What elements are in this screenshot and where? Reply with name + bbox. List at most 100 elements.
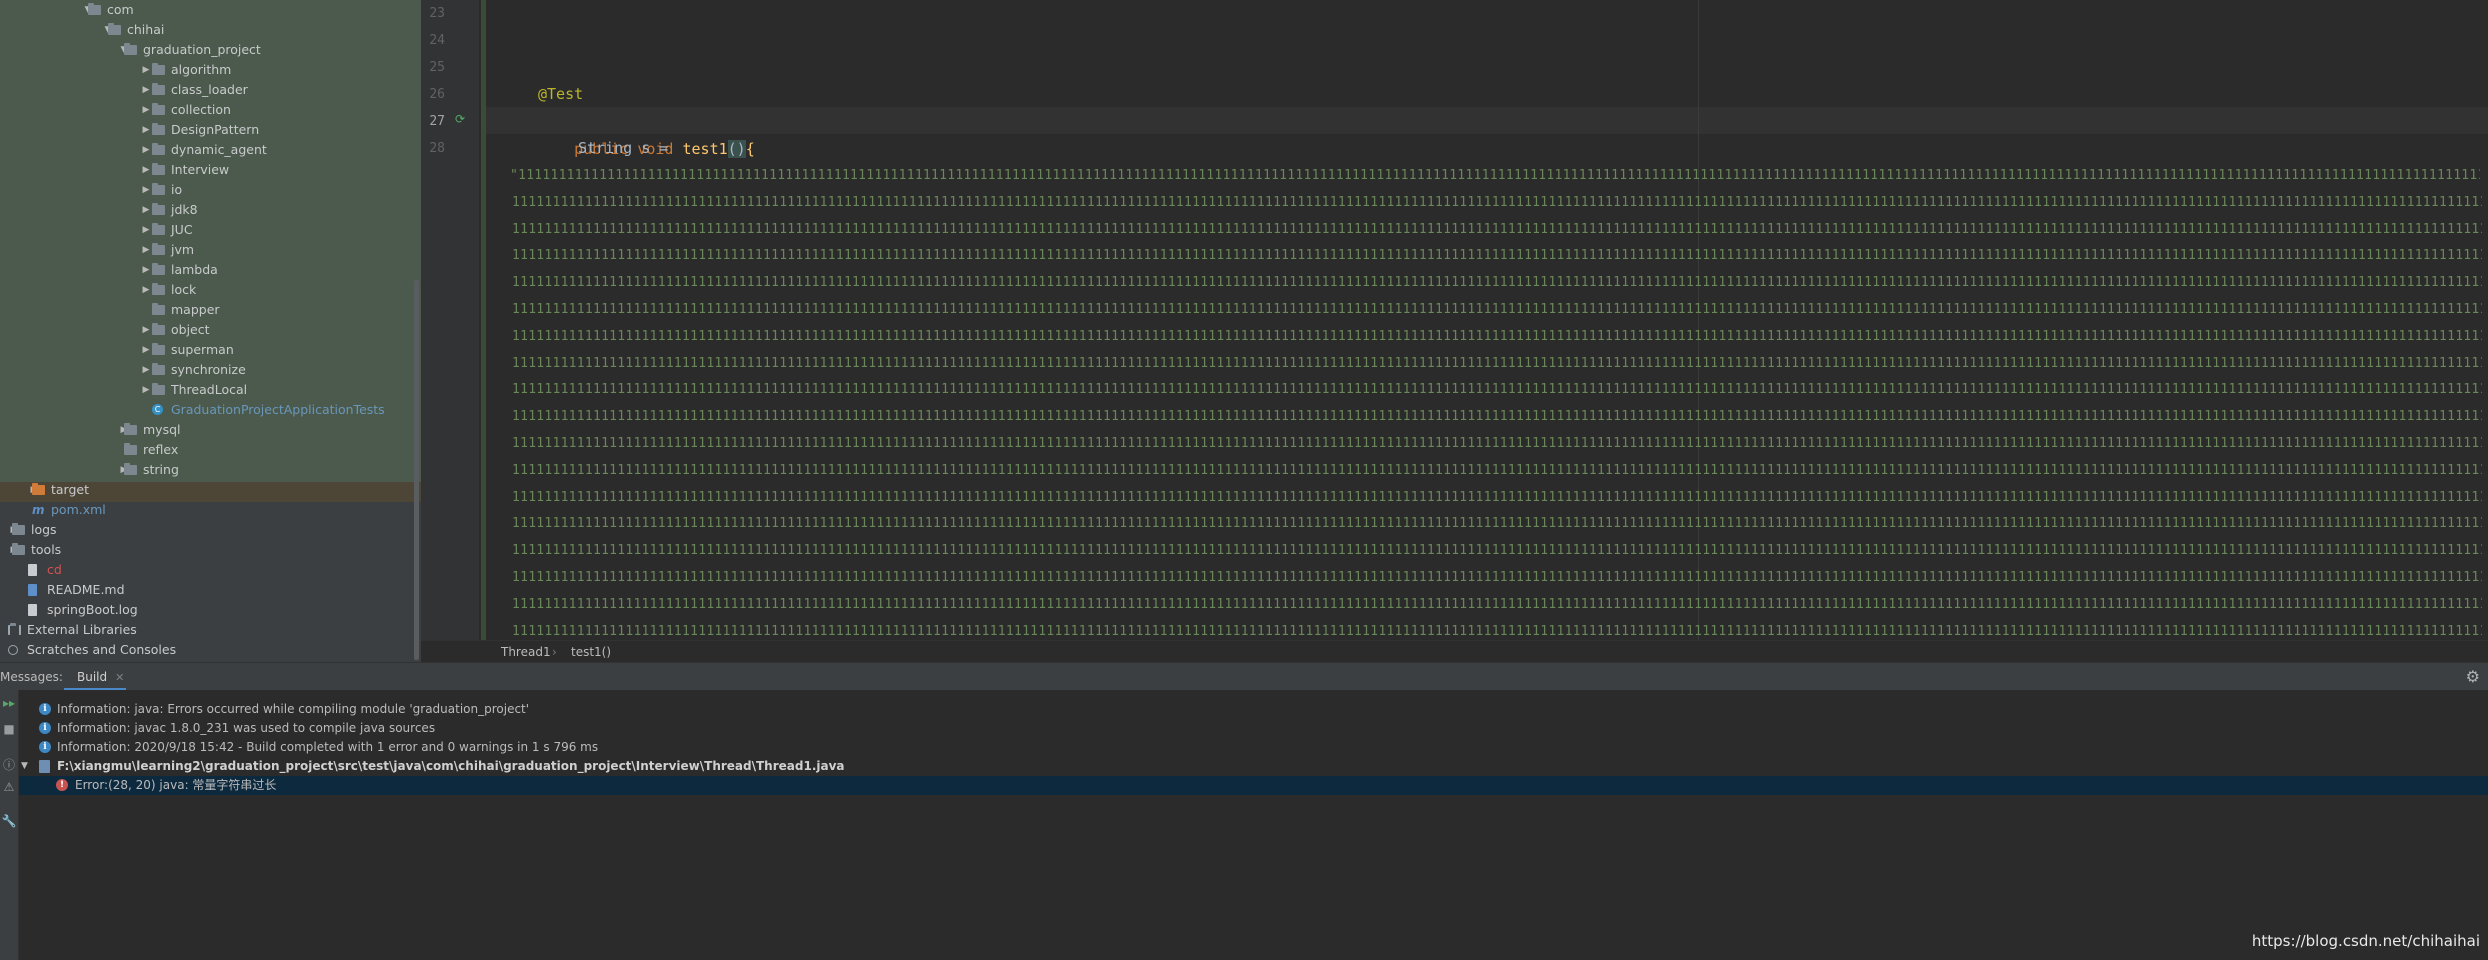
close-icon[interactable]: ✕ [115,671,124,684]
chevron-right-icon[interactable]: ▶ [140,140,152,160]
folder-icon [88,3,101,15]
error-icon: ! [56,779,68,791]
tree-item[interactable]: ▶mysql [0,420,421,440]
tree-item[interactable]: ▶ jdk8 [0,200,421,220]
show-info-icon[interactable]: ⓘ [0,756,18,773]
tree-item-label: synchronize [171,362,246,377]
message-row[interactable]: ! Error:(28, 20) java: 常量字符串过长 [19,776,2488,795]
tree-item-label: reflex [143,442,179,457]
string-literal-line: 1111111111111111111111111111111111111111… [512,328,2482,344]
file-icon [28,604,37,616]
tree-item[interactable]: Scratches and Consoles [0,640,421,660]
string-literal-line: 1111111111111111111111111111111111111111… [512,489,2482,505]
folder-icon [152,123,165,135]
folder-icon [152,163,165,175]
chevron-right-icon[interactable]: ▶ [140,160,152,180]
string-literal-line: 1111111111111111111111111111111111111111… [512,302,2482,317]
tree-item-label: logs [31,522,57,537]
string-literal-line: 1111111111111111111111111111111111111111… [512,194,2482,210]
tree-item[interactable]: reflex [0,440,421,460]
tree-item[interactable]: ▶ ThreadLocal [0,380,421,400]
stop-icon[interactable]: ■ [0,722,18,736]
tree-item-label: superman [171,342,234,357]
chevron-right-icon[interactable]: ▶ [140,200,152,220]
tree-item[interactable]: m pom.xml [0,500,421,520]
chevron-right-icon[interactable]: ▶ [140,360,152,380]
tree-item[interactable]: External Libraries [0,620,421,640]
message-row[interactable]: ▼ F:\xiangmu\learning2\graduation_project… [19,757,2488,776]
tree-item[interactable]: README.md [0,580,421,600]
chevron-right-icon[interactable]: ▶ [140,280,152,300]
folder-icon [152,343,165,355]
tree-item[interactable]: ▶logs [0,520,421,540]
annotation-test: @Test [538,85,584,103]
tree-item[interactable]: ▶ lock [0,280,421,300]
tree-item[interactable]: ▶ object [0,320,421,340]
tree-item[interactable]: ▼com [0,0,421,20]
message-row[interactable]: i Information: 2020/9/18 15:42 - Build co… [19,738,2488,757]
folder-icon [12,523,25,535]
method-declaration: public void test1(){ [538,107,755,158]
chevron-right-icon[interactable]: ▶ [140,260,152,280]
tree-item[interactable]: ▶string [0,460,421,480]
chevron-down-icon[interactable]: ▼ [21,757,28,776]
tree-item-label: algorithm [171,62,232,77]
chevron-right-icon[interactable]: ▶ [140,240,152,260]
folder-icon [152,383,165,395]
tree-item[interactable]: ▶ io [0,180,421,200]
message-text: Error:(28, 20) java: 常量字符串过长 [75,778,277,792]
folder-icon [152,203,165,215]
info-icon: i [39,722,51,734]
tree-item[interactable]: ▼graduation_project [0,40,421,60]
tree-item[interactable]: C GraduationProjectApplicationTests [0,400,421,420]
rerun-icon[interactable]: ▸▸ [0,696,18,710]
tree-item[interactable]: ▶ collection [0,100,421,120]
run-test-icon[interactable]: ⟳ [455,112,465,126]
tree-item[interactable]: ▶ superman [0,340,421,360]
chevron-right-icon[interactable]: ▶ [140,320,152,340]
tree-item[interactable]: mapper [0,300,421,320]
tree-item-label: dynamic_agent [171,142,267,157]
chevron-right-icon[interactable]: ▶ [140,80,152,100]
tree-item[interactable]: ▶ class_loader [0,80,421,100]
tab-build[interactable]: Build ✕ [64,666,126,691]
breadcrumb-class[interactable]: Thread1 [501,641,551,663]
tree-scrollbar[interactable] [414,280,419,660]
chevron-right-icon[interactable]: ▶ [140,100,152,120]
tree-item[interactable]: ▼chihai [0,20,421,40]
gear-icon[interactable]: ⚙ [2466,667,2480,686]
tree-item-label: ThreadLocal [171,382,248,397]
chevron-right-icon[interactable]: ▶ [140,180,152,200]
tree-item[interactable]: ▶ algorithm [0,60,421,80]
code-editor[interactable]: @Test public void test1(){ String s = "1… [486,0,2488,640]
tree-item[interactable]: ▶ lambda [0,260,421,280]
chevron-right-icon[interactable]: ▶ [140,120,152,140]
chevron-right-icon[interactable]: ▶ [140,380,152,400]
message-row[interactable]: i Information: java: Errors occurred whil… [19,700,2488,719]
show-warnings-icon[interactable]: ⚠ [0,780,18,794]
tree-item[interactable]: springBoot.log [0,600,421,620]
tree-item[interactable]: ▶ jvm [0,240,421,260]
chevron-right-icon[interactable]: ▶ [140,340,152,360]
tree-item[interactable]: ▶target [0,480,421,500]
tree-item[interactable]: ▶ Interview [0,160,421,180]
string-literal-line: 1111111111111111111111111111111111111111… [512,355,2482,371]
tree-item[interactable]: ▶tools [0,540,421,560]
string-literal-line: 1111111111111111111111111111111111111111… [512,516,2482,532]
tree-item-label: lock [171,282,197,297]
tree-item[interactable]: cd [0,560,421,580]
tree-item[interactable]: ▶ dynamic_agent [0,140,421,160]
message-text: Information: 2020/9/18 15:42 - Build com… [57,740,599,754]
tree-item[interactable]: ▶ synchronize [0,360,421,380]
chevron-right-icon[interactable]: ▶ [140,220,152,240]
file-icon [28,564,37,576]
message-row[interactable]: i Information: javac 1.8.0_231 was used t… [19,719,2488,738]
tree-item-label: chihai [127,22,165,37]
chevron-right-icon[interactable]: ▶ [140,60,152,80]
tree-item[interactable]: ▶ DesignPattern [0,120,421,140]
message-text: Information: java: Errors occurred while… [57,702,530,716]
breadcrumb-method[interactable]: test1() [571,641,611,663]
messages-header: Messages: Build ✕ ⚙ [0,662,2488,692]
wrench-icon[interactable]: 🔧 [0,814,18,828]
tree-item[interactable]: ▶ JUC [0,220,421,240]
